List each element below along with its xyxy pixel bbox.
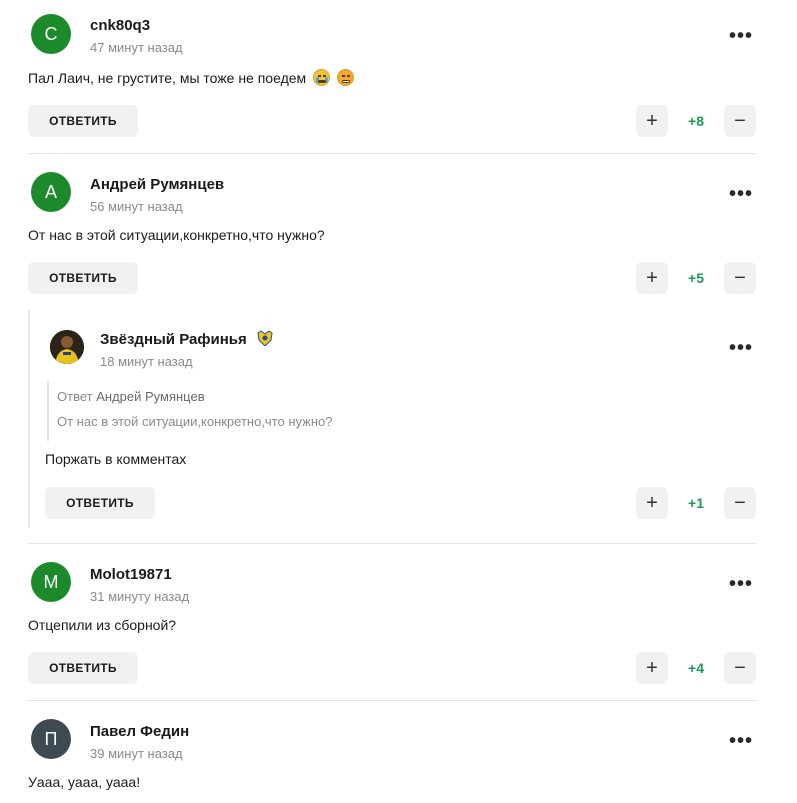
reply-thread: Звёздный Рафинья 18 минут назад ••• Отве… (28, 310, 756, 528)
divider (28, 700, 756, 701)
vote-score: +8 (688, 113, 704, 129)
comment-time: 18 минут назад (100, 354, 193, 369)
quote-prefix: Ответ (57, 389, 93, 404)
vote-score: +4 (688, 660, 704, 676)
club-badge-icon (257, 330, 273, 346)
reply-button[interactable]: ОТВЕТИТЬ (28, 105, 138, 137)
face-with-symbols-emoji (336, 69, 354, 86)
comment-time: 39 минут назад (90, 746, 183, 761)
comment-text: Отцепили из сборной? (28, 617, 177, 633)
avatar[interactable]: M (31, 562, 71, 602)
comment-text: Поржать в комментах (45, 451, 187, 467)
comment-author[interactable]: Андрей Румянцев (90, 176, 224, 193)
divider (28, 543, 756, 544)
avatar[interactable]: А (31, 172, 71, 212)
comment-time: 56 минут назад (90, 199, 183, 214)
vote-score: +5 (688, 270, 704, 286)
avatar[interactable]: П (31, 719, 71, 759)
more-options-icon[interactable]: ••• (729, 338, 753, 358)
more-options-icon[interactable]: ••• (729, 731, 753, 751)
quote-author: Андрей Румянцев (96, 389, 205, 404)
downvote-button[interactable]: − (724, 262, 756, 294)
upvote-button[interactable]: + (636, 652, 668, 684)
comment: П Павел Федин 39 минут назад ••• Уааа, у… (28, 719, 756, 803)
quote-header: Ответ Андрей Румянцев (57, 389, 205, 404)
downvote-button[interactable]: − (724, 652, 756, 684)
upvote-button[interactable]: + (636, 487, 668, 519)
comment-text-row: Пал Лаич, не грустите, мы тоже не поедем (28, 69, 354, 86)
quoted-reply[interactable]: Ответ Андрей Румянцев От нас в этой ситу… (47, 381, 407, 441)
comment-time: 31 минуту назад (90, 589, 190, 604)
reply-button[interactable]: ОТВЕТИТЬ (28, 652, 138, 684)
comment-text: От нас в этой ситуации,конкретно,что нуж… (28, 227, 325, 243)
more-options-icon[interactable]: ••• (729, 26, 753, 46)
reply-button[interactable]: ОТВЕТИТЬ (45, 487, 155, 519)
downvote-button[interactable]: − (724, 105, 756, 137)
divider (28, 153, 756, 154)
comment: А Андрей Румянцев 56 минут назад ••• От … (28, 172, 756, 297)
reply-button[interactable]: ОТВЕТИТЬ (28, 262, 138, 294)
comment-time: 47 минут назад (90, 40, 183, 55)
more-options-icon[interactable]: ••• (729, 184, 753, 204)
vote-score: +1 (688, 495, 704, 511)
downvote-button[interactable]: − (724, 487, 756, 519)
comment: C cnk80q3 47 минут назад ••• Пал Лаич, н… (28, 14, 756, 144)
quote-text: От нас в этой ситуации,конкретно,что нуж… (57, 414, 333, 429)
upvote-button[interactable]: + (636, 105, 668, 137)
comment-text: Пал Лаич, не грустите, мы тоже не поедем (28, 70, 307, 86)
comment-author[interactable]: Звёздный Рафинья (100, 331, 247, 348)
comment-text: Уааа, уааа, уааа! (28, 774, 141, 790)
comment-author[interactable]: Molot19871 (90, 566, 172, 583)
comment: M Molot19871 31 минуту назад ••• Отцепил… (28, 562, 756, 687)
upvote-button[interactable]: + (636, 262, 668, 294)
comment-author[interactable]: cnk80q3 (90, 17, 150, 34)
more-options-icon[interactable]: ••• (729, 574, 753, 594)
user-photo-avatar[interactable] (50, 330, 84, 364)
reply-author-row: Звёздный Рафинья (100, 330, 273, 348)
avatar[interactable]: C (31, 14, 71, 54)
comment-author[interactable]: Павел Федин (90, 723, 189, 740)
loudly-crying-face-emoji (313, 69, 331, 86)
